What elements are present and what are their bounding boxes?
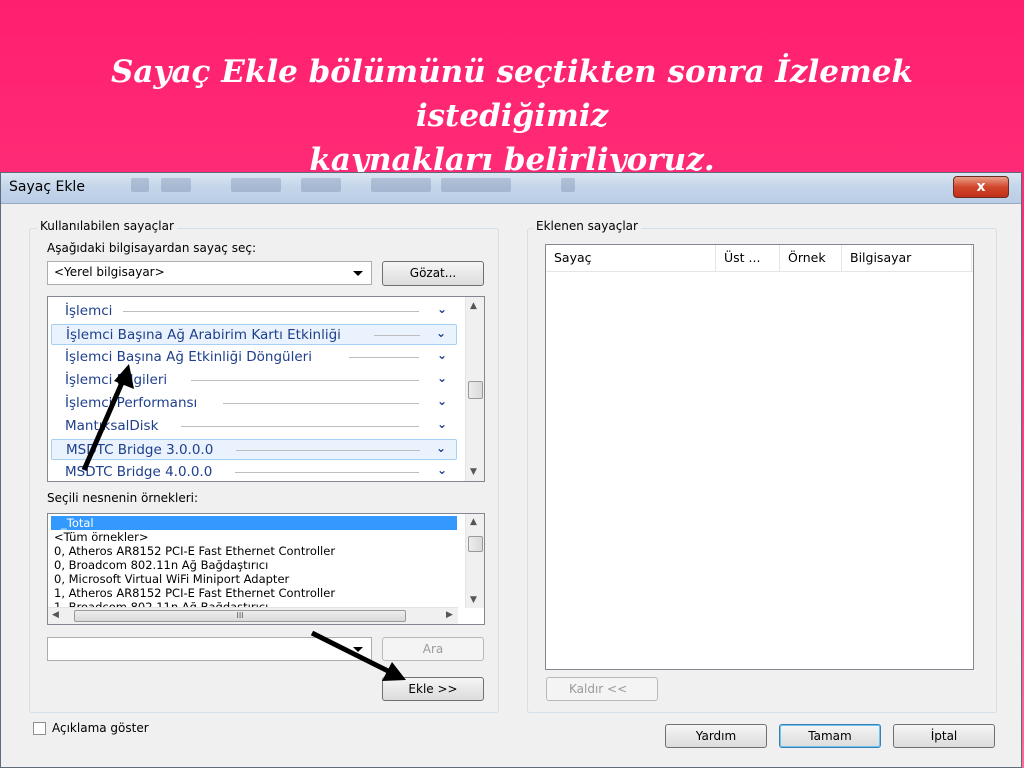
arrow-annotation-icon bbox=[81, 364, 134, 471]
arrow-annotation-icon bbox=[310, 630, 406, 681]
annotation-arrows bbox=[81, 364, 406, 681]
